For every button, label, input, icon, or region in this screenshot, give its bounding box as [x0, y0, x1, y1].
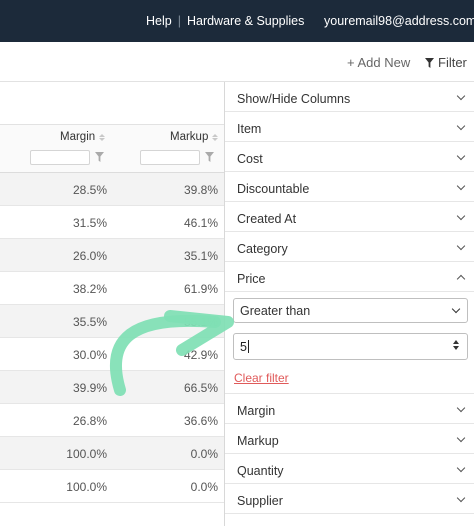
filter-section-markup[interactable]: Markup	[225, 424, 474, 454]
filter-section-discountable[interactable]: Discountable	[225, 172, 474, 202]
cell-markup: 36.6%	[183, 414, 218, 428]
filter-section-label: Discountable	[237, 182, 310, 196]
chevron-up-icon	[456, 274, 466, 284]
cell-markup: 39.8%	[183, 183, 218, 197]
cell-markup: 0.0%	[190, 447, 218, 461]
cell-margin: 26.8%	[72, 414, 107, 428]
table-row[interactable]: 100.0% 0.0%	[0, 470, 224, 503]
sort-icon	[212, 133, 219, 141]
margin-filter-input[interactable]	[30, 150, 90, 165]
number-stepper-icon[interactable]	[453, 340, 459, 350]
cell-margin: 100.0%	[66, 480, 107, 494]
cell-margin: 31.5%	[72, 216, 107, 230]
filter-section-label: Cost	[237, 152, 263, 166]
account-menu[interactable]: youremail98@address.com	[324, 14, 474, 28]
chevron-down-icon	[456, 493, 466, 503]
column-label-markup: Markup	[170, 131, 209, 143]
filter-section-item[interactable]: Item	[225, 112, 474, 142]
filter-icon[interactable]	[205, 152, 214, 162]
text-cursor	[247, 340, 249, 353]
add-new-button[interactable]: + Add New	[347, 55, 410, 70]
cell-margin: 28.5%	[72, 183, 107, 197]
table-row[interactable]: 100.0% 0.0%	[0, 437, 224, 470]
table-row[interactable]: 35.5% 55.1%	[0, 305, 224, 338]
price-filter-body: Greater than 5 Clear filter	[225, 292, 474, 394]
filter-section-category[interactable]: Category	[225, 232, 474, 262]
table-body: 28.5% 39.8% 31.5% 46.1% 26.0% 35.1% 38.2% 61…	[0, 173, 224, 503]
table-row[interactable]: 38.2% 61.9%	[0, 272, 224, 305]
cell-margin: 100.0%	[66, 447, 107, 461]
filter-panel: Show/Hide Columns Item Cost Discountable…	[224, 82, 474, 526]
cell-margin: 38.2%	[72, 282, 107, 296]
filter-section-created-at[interactable]: Created At	[225, 202, 474, 232]
filter-icon[interactable]	[95, 152, 104, 162]
account-email: youremail98@address.com	[324, 14, 474, 28]
filter-icon	[425, 57, 434, 68]
cell-margin: 26.0%	[72, 249, 107, 263]
column-label-margin: Margin	[60, 131, 96, 143]
filter-section-label: Show/Hide Columns	[237, 92, 351, 106]
nav-separator: |	[177, 14, 181, 28]
clear-filter-link[interactable]: Clear filter	[234, 371, 289, 385]
filter-section-price[interactable]: Price	[225, 262, 474, 292]
price-value-input[interactable]: 5	[233, 333, 468, 360]
filter-section-label: Category	[237, 242, 288, 256]
cell-markup: 35.1%	[183, 249, 218, 263]
top-nav-bar: Help | Hardware & Supplies youremail98@a…	[0, 0, 474, 42]
chevron-down-icon	[456, 91, 466, 101]
table-row[interactable]: 26.0% 35.1%	[0, 239, 224, 272]
filter-section-label: Quantity	[237, 464, 284, 478]
data-table: Margin Markup 28.5% 39.8% 31.5% 46.1% 26.0…	[0, 83, 224, 526]
chevron-down-icon	[456, 121, 466, 131]
table-row[interactable]: 30.0% 42.9%	[0, 338, 224, 371]
table-row[interactable]: 28.5% 39.8%	[0, 173, 224, 206]
chevron-down-icon	[456, 403, 466, 413]
filter-section-label: Supplier	[237, 494, 283, 508]
filter-section-label: Markup	[237, 434, 279, 448]
chevron-down-icon	[456, 241, 466, 251]
table-row[interactable]: 31.5% 46.1%	[0, 206, 224, 239]
filter-section-cost[interactable]: Cost	[225, 142, 474, 172]
chevron-down-icon	[456, 211, 466, 221]
table-top-strip	[0, 83, 224, 125]
chevron-down-icon	[456, 433, 466, 443]
cell-markup: 61.9%	[183, 282, 218, 296]
cell-margin: 35.5%	[72, 315, 107, 329]
chevron-down-icon	[456, 181, 466, 191]
chevron-down-icon	[451, 304, 461, 314]
cell-margin: 30.0%	[72, 348, 107, 362]
cell-markup: 0.0%	[190, 480, 218, 494]
cell-markup: 66.5%	[183, 381, 218, 395]
filter-section-show-hide-columns[interactable]: Show/Hide Columns	[225, 82, 474, 112]
filter-section-supplier[interactable]: Supplier	[225, 484, 474, 514]
markup-filter-input[interactable]	[140, 150, 200, 165]
price-operator-select[interactable]: Greater than	[233, 298, 468, 323]
filter-section-quantity[interactable]: Quantity	[225, 454, 474, 484]
table-row[interactable]: 39.9% 66.5%	[0, 371, 224, 404]
chevron-down-icon	[456, 151, 466, 161]
top-nav-links: Help | Hardware & Supplies	[146, 14, 304, 28]
price-operator-value: Greater than	[240, 304, 311, 318]
column-header-margin[interactable]: Margin	[60, 131, 106, 143]
filter-section-label: Margin	[237, 404, 276, 418]
filter-label: Filter	[438, 55, 467, 70]
hardware-supplies-link[interactable]: Hardware & Supplies	[187, 14, 304, 28]
cell-markup: 46.1%	[183, 216, 218, 230]
table-header: Margin Markup	[0, 125, 224, 173]
column-header-markup[interactable]: Markup	[170, 131, 219, 143]
sort-icon	[99, 133, 106, 141]
filter-section-margin[interactable]: Margin	[225, 394, 474, 424]
price-value-text: 5	[240, 340, 247, 354]
cell-markup: 42.9%	[183, 348, 218, 362]
cell-margin: 39.9%	[72, 381, 107, 395]
table-row[interactable]: 26.8% 36.6%	[0, 404, 224, 437]
filter-section-label: Item	[237, 122, 262, 136]
filter-button[interactable]: Filter	[425, 55, 467, 70]
filter-section-label: Price	[237, 272, 266, 286]
help-link[interactable]: Help	[146, 14, 172, 28]
toolbar: + Add New Filter	[0, 42, 474, 82]
chevron-down-icon	[456, 463, 466, 473]
filter-section-label: Created At	[237, 212, 297, 226]
cell-markup: 55.1%	[183, 315, 218, 329]
